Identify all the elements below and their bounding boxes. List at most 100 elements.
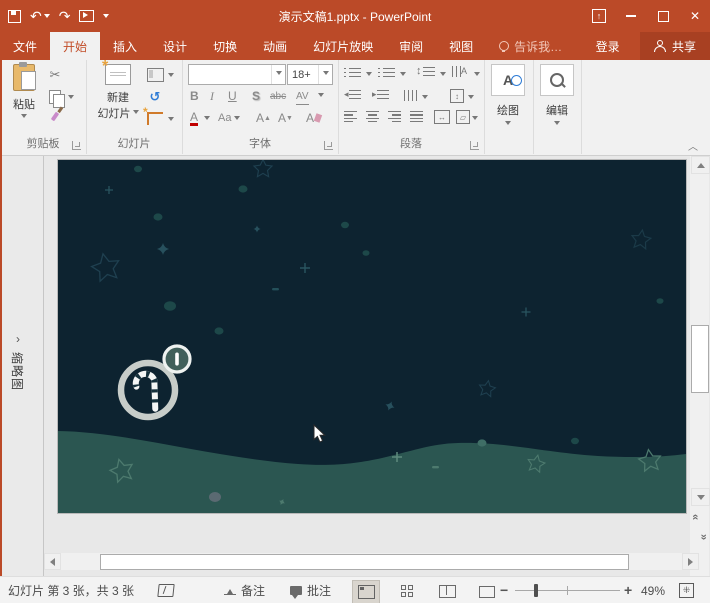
comments-button[interactable]: 批注: [290, 577, 331, 603]
smartart-dropdown-icon[interactable]: [472, 116, 478, 123]
reset-button[interactable]: ↺: [146, 90, 164, 103]
expand-pane-icon[interactable]: ›: [16, 332, 20, 346]
vertical-scroll-thumb[interactable]: [691, 325, 709, 393]
scroll-left-button[interactable]: [44, 553, 61, 570]
slide-sorter-button[interactable]: [394, 581, 420, 603]
decrease-indent-button[interactable]: ◂: [344, 90, 361, 99]
change-case-dropdown-icon[interactable]: [234, 116, 240, 123]
paragraph-dialog-launcher[interactable]: [470, 141, 479, 150]
editing-button[interactable]: 编辑: [541, 64, 573, 128]
share-button[interactable]: 共享: [640, 32, 710, 60]
tab-view[interactable]: 视图: [436, 32, 486, 60]
previous-slide-button[interactable]: »: [693, 511, 707, 524]
bold-button[interactable]: B: [190, 88, 199, 104]
copy-dropdown-icon[interactable]: [68, 95, 74, 102]
align-center-button[interactable]: [366, 111, 379, 122]
character-spacing-button[interactable]: AV: [296, 88, 309, 105]
scroll-right-button[interactable]: [682, 553, 699, 570]
fit-slide-button[interactable]: ⁜: [679, 577, 694, 603]
align-text-dropdown-icon[interactable]: [468, 95, 474, 102]
underline-button[interactable]: U: [228, 88, 237, 104]
horizontal-scrollbar[interactable]: [44, 553, 698, 570]
align-left-button[interactable]: [344, 111, 357, 122]
normal-view-button[interactable]: [352, 580, 380, 603]
tab-slideshow[interactable]: 幻灯片放映: [300, 32, 386, 60]
tab-home[interactable]: 开始: [50, 32, 100, 60]
next-slide-button[interactable]: »: [693, 531, 707, 544]
font-size-combo[interactable]: 18+: [287, 64, 333, 85]
font-color-dropdown-icon[interactable]: [204, 116, 210, 123]
text-direction-button[interactable]: A: [452, 66, 467, 77]
drawing-button[interactable]: A 绘图: [492, 64, 524, 128]
zoom-slider-thumb[interactable]: [534, 584, 538, 597]
align-text-button[interactable]: ↕: [450, 89, 464, 103]
shrink-font-button[interactable]: A▼: [278, 110, 293, 126]
bullets-button[interactable]: [344, 68, 361, 77]
slide-number-indicator[interactable]: 幻灯片 第 3 张，共 3 张: [8, 577, 134, 603]
tab-review[interactable]: 审阅: [386, 32, 436, 60]
clear-formatting-button[interactable]: A: [306, 110, 321, 126]
proofing-button[interactable]: [158, 577, 174, 603]
zoom-out-button[interactable]: −: [500, 582, 508, 598]
undo-icon[interactable]: ↶: [30, 9, 42, 23]
smartart-button[interactable]: ▱: [456, 110, 470, 124]
zoom-level[interactable]: 49%: [641, 577, 665, 603]
redo-icon[interactable]: ↷: [59, 9, 71, 23]
zoom-in-button[interactable]: +: [624, 582, 632, 598]
numbering-button[interactable]: [378, 68, 395, 77]
line-spacing-button[interactable]: ↕: [416, 66, 435, 77]
numbering-dropdown-icon[interactable]: [400, 72, 406, 79]
scroll-up-button[interactable]: [691, 156, 710, 174]
clipboard-dialog-launcher[interactable]: [72, 141, 81, 150]
notes-button[interactable]: 备注: [224, 577, 265, 603]
scroll-down-button[interactable]: [691, 488, 710, 506]
tab-insert[interactable]: 插入: [100, 32, 150, 60]
section-button[interactable]: [146, 112, 164, 125]
cut-button[interactable]: ✂: [46, 68, 64, 81]
columns-button[interactable]: [404, 90, 417, 101]
slideshow-view-button[interactable]: [474, 581, 500, 603]
tab-animations[interactable]: 动画: [250, 32, 300, 60]
columns-dropdown-icon[interactable]: [422, 95, 428, 102]
tab-design[interactable]: 设计: [150, 32, 200, 60]
save-icon[interactable]: [8, 10, 21, 23]
reading-view-button[interactable]: [434, 581, 460, 603]
text-direction-dropdown-icon[interactable]: [474, 72, 480, 79]
layout-dropdown-icon[interactable]: [168, 73, 174, 80]
layout-button[interactable]: [146, 68, 164, 82]
increase-indent-button[interactable]: ▸: [372, 90, 389, 99]
strikethrough-button[interactable]: abc: [270, 88, 286, 104]
paste-button[interactable]: 粘贴: [8, 64, 40, 121]
slide-canvas[interactable]: [58, 160, 686, 513]
format-painter-button[interactable]: [46, 112, 64, 121]
new-slide-button[interactable]: * 新建 幻灯片: [94, 64, 142, 121]
undo-dropdown-icon[interactable]: [44, 14, 50, 21]
grow-font-button[interactable]: A▲: [256, 110, 271, 126]
copy-button[interactable]: [46, 90, 64, 104]
vertical-scrollbar[interactable]: » »: [690, 156, 709, 576]
distribute-columns-button[interactable]: ↔: [434, 110, 450, 124]
thumbnail-pane-collapsed[interactable]: › 缩略图: [2, 156, 44, 576]
ribbon-display-options-button[interactable]: ↑: [590, 7, 608, 25]
maximize-button[interactable]: [654, 7, 672, 25]
undo-button[interactable]: ↶: [30, 9, 50, 23]
font-dialog-launcher[interactable]: [324, 141, 333, 150]
collapse-ribbon-icon[interactable]: ︿: [688, 138, 698, 153]
start-slideshow-icon[interactable]: [79, 10, 94, 22]
font-name-combo[interactable]: [188, 64, 286, 85]
tab-file[interactable]: 文件: [0, 32, 50, 60]
italic-button[interactable]: I: [210, 88, 214, 104]
tab-transitions[interactable]: 切换: [200, 32, 250, 60]
tab-tell-me[interactable]: 告诉我…: [486, 32, 575, 60]
customize-qat-icon[interactable]: [103, 14, 109, 21]
line-spacing-dropdown-icon[interactable]: [440, 72, 446, 79]
bullets-dropdown-icon[interactable]: [366, 72, 372, 79]
align-right-button[interactable]: [388, 111, 401, 122]
text-shadow-button[interactable]: S: [252, 88, 260, 104]
section-dropdown-icon[interactable]: [168, 117, 174, 124]
font-color-button[interactable]: A: [190, 110, 198, 126]
ornament-badge[interactable]: [164, 346, 190, 372]
justify-button[interactable]: [410, 111, 423, 122]
sign-in-button[interactable]: 登录: [588, 38, 628, 55]
horizontal-scroll-thumb[interactable]: [100, 554, 629, 570]
